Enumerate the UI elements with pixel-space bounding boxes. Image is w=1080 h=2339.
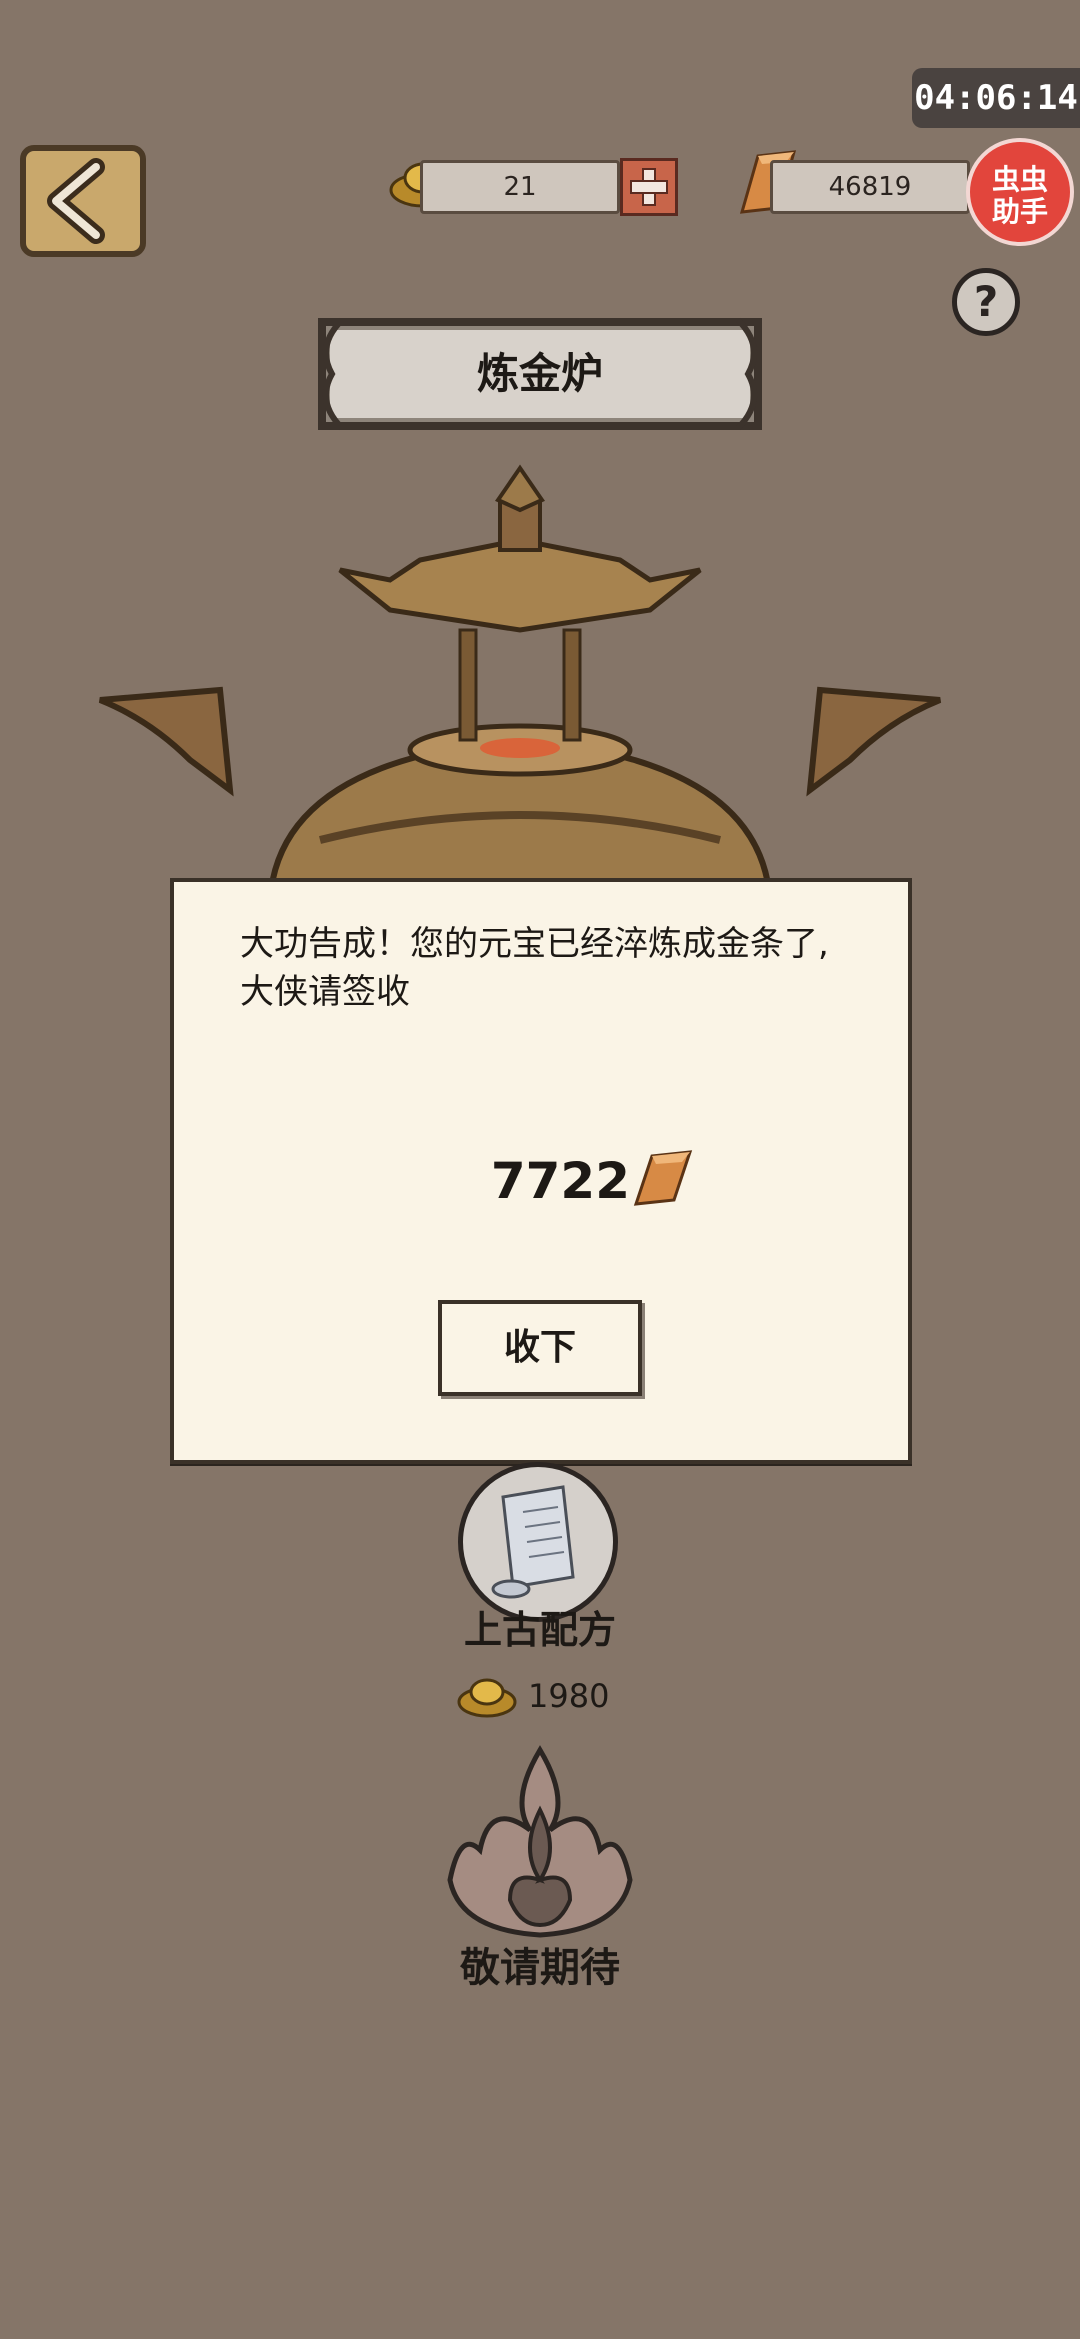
recipe-cost: 1980	[528, 1677, 610, 1715]
add-yuanbao-button[interactable]	[620, 158, 678, 216]
plus-icon	[630, 168, 668, 206]
back-button[interactable]	[20, 145, 146, 257]
recipe-label: 上古配方	[463, 1608, 616, 1652]
page-title: 炼金炉	[476, 349, 603, 398]
helper-assistant-button[interactable]: 虫虫 助手	[966, 138, 1074, 246]
timer-display: 04:06:14	[912, 68, 1080, 128]
helper-label: 虫虫 助手	[991, 163, 1048, 228]
scroll-icon	[491, 1485, 575, 1599]
coming-soon-label: 敬请期待	[460, 1945, 620, 1991]
reward-amount: 7722	[490, 1152, 630, 1210]
flame-icon	[447, 1745, 633, 1938]
help-button[interactable]: ?	[952, 268, 1020, 336]
yuanbao-icon	[457, 1678, 517, 1718]
gold-bar-icon	[633, 1150, 693, 1206]
ancient-recipe-button[interactable]	[458, 1462, 618, 1622]
accept-button[interactable]: 收下	[438, 1300, 642, 1396]
yuanbao-count: 21	[420, 160, 620, 214]
alchemy-furnace-image	[98, 464, 942, 900]
gold-bar-count: 46819	[770, 160, 970, 214]
chevron-left-icon	[47, 158, 105, 244]
dialog-message: 大功告成！您的元宝已经淬炼成金条了,大侠请签收	[240, 924, 829, 1012]
